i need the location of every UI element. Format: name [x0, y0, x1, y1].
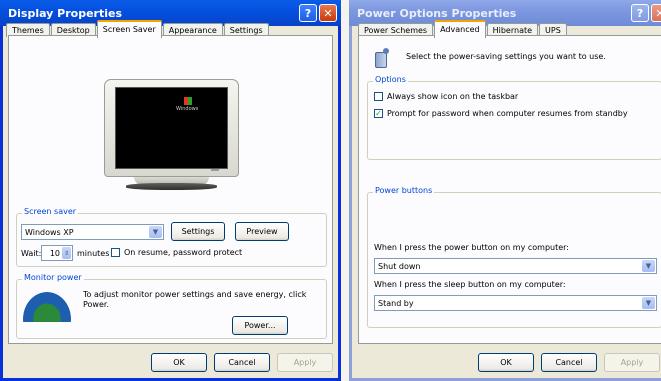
ok-button[interactable]: OK [151, 353, 207, 372]
preview-button[interactable]: Preview [235, 222, 289, 241]
tab-screen-saver[interactable]: Screen Saver [96, 20, 162, 38]
power-button-action-select[interactable]: Shut down ▼ [374, 258, 657, 274]
power-button-action-label: When I press the power button on my comp… [374, 243, 569, 252]
show-taskbar-icon-label: Always show icon on the taskbar [387, 92, 519, 101]
resume-password-label: On resume, password protect [124, 248, 243, 257]
windows-flag-icon [184, 97, 192, 105]
apply-button[interactable]: Apply [277, 353, 333, 372]
minutes-label: minutes [77, 249, 110, 258]
apply-button[interactable]: Apply [604, 353, 660, 372]
sleep-button-action-value: Stand by [378, 298, 414, 308]
spin-arrows-icon[interactable]: ⇕ [62, 247, 71, 259]
screen-saver-select[interactable]: Windows XP ▼ [21, 224, 164, 240]
screen-saver-group-label: Screen saver [22, 207, 79, 216]
show-taskbar-icon-checkbox[interactable]: Always show icon on the taskbar [374, 92, 518, 101]
display-properties-window: Display Properties ? ✕ Themes Desktop Sc… [0, 0, 341, 381]
power-buttons-group-label: Power buttons [373, 186, 435, 195]
screen-saver-panel: Windows Screen saver Windows XP ▼ Settin… [8, 35, 333, 344]
resume-password-checkbox[interactable]: On resume, password protect [111, 248, 242, 257]
chevron-down-icon[interactable]: ▼ [149, 226, 162, 238]
monitor-power-led [211, 169, 219, 171]
prompt-password-box[interactable]: ✓ [374, 109, 383, 118]
sleep-button-action-label: When I press the sleep button on my comp… [374, 280, 566, 289]
power-options-window: Power Options Properties ? ✕ Power Schem… [349, 0, 661, 381]
sleep-button-action-select[interactable]: Stand by ▼ [374, 295, 657, 311]
settings-button[interactable]: Settings [171, 222, 225, 241]
options-group: Options Always show icon on the taskbar … [367, 75, 661, 160]
prompt-password-checkbox[interactable]: ✓ Prompt for password when computer resu… [374, 109, 628, 118]
wait-minutes-value: 10 [49, 248, 60, 258]
ok-button[interactable]: OK [478, 353, 534, 372]
cancel-button[interactable]: Cancel [214, 353, 270, 372]
power-button[interactable]: Power... [232, 316, 288, 335]
help-button[interactable]: ? [631, 4, 649, 22]
screen-saver-select-value: Windows XP [25, 227, 74, 237]
display-window-title: Display Properties [8, 6, 123, 20]
advanced-panel: Select the power-saving settings you wan… [358, 35, 661, 344]
cancel-button[interactable]: Cancel [541, 353, 597, 372]
options-group-label: Options [373, 75, 408, 84]
power-window-title: Power Options Properties [357, 6, 517, 20]
prompt-password-label: Prompt for password when computer resume… [387, 109, 628, 118]
preview-logo-text: Windows [176, 106, 199, 112]
close-button[interactable]: ✕ [319, 4, 337, 22]
help-button[interactable]: ? [299, 4, 317, 22]
battery-plug-icon [373, 48, 391, 68]
monitor-power-description: To adjust monitor power settings and sav… [83, 290, 307, 309]
power-buttons-group: Power buttons When I press the power but… [367, 186, 661, 328]
advanced-intro-text: Select the power-saving settings you wan… [406, 52, 606, 61]
monitor-power-group: Monitor power To adjust monitor power se… [16, 273, 327, 339]
wait-minutes-spinner[interactable]: 10 ⇕ [41, 245, 73, 261]
monitor-base [126, 183, 217, 190]
show-taskbar-icon-box[interactable] [374, 92, 383, 101]
close-button[interactable]: ✕ [651, 4, 661, 22]
power-button-action-value: Shut down [378, 261, 421, 271]
monitor-screen: Windows [115, 87, 228, 169]
energy-star-logo-icon [23, 292, 71, 322]
screen-saver-group: Screen saver Windows XP ▼ Settings Previ… [16, 207, 327, 267]
chevron-down-icon[interactable]: ▼ [642, 297, 655, 309]
monitor-preview: Windows [104, 79, 239, 191]
wait-label: Wait: [21, 249, 42, 258]
tab-advanced[interactable]: Advanced [434, 20, 486, 38]
chevron-down-icon[interactable]: ▼ [642, 260, 655, 272]
monitor-power-group-label: Monitor power [22, 273, 84, 282]
resume-password-box[interactable] [111, 248, 120, 257]
